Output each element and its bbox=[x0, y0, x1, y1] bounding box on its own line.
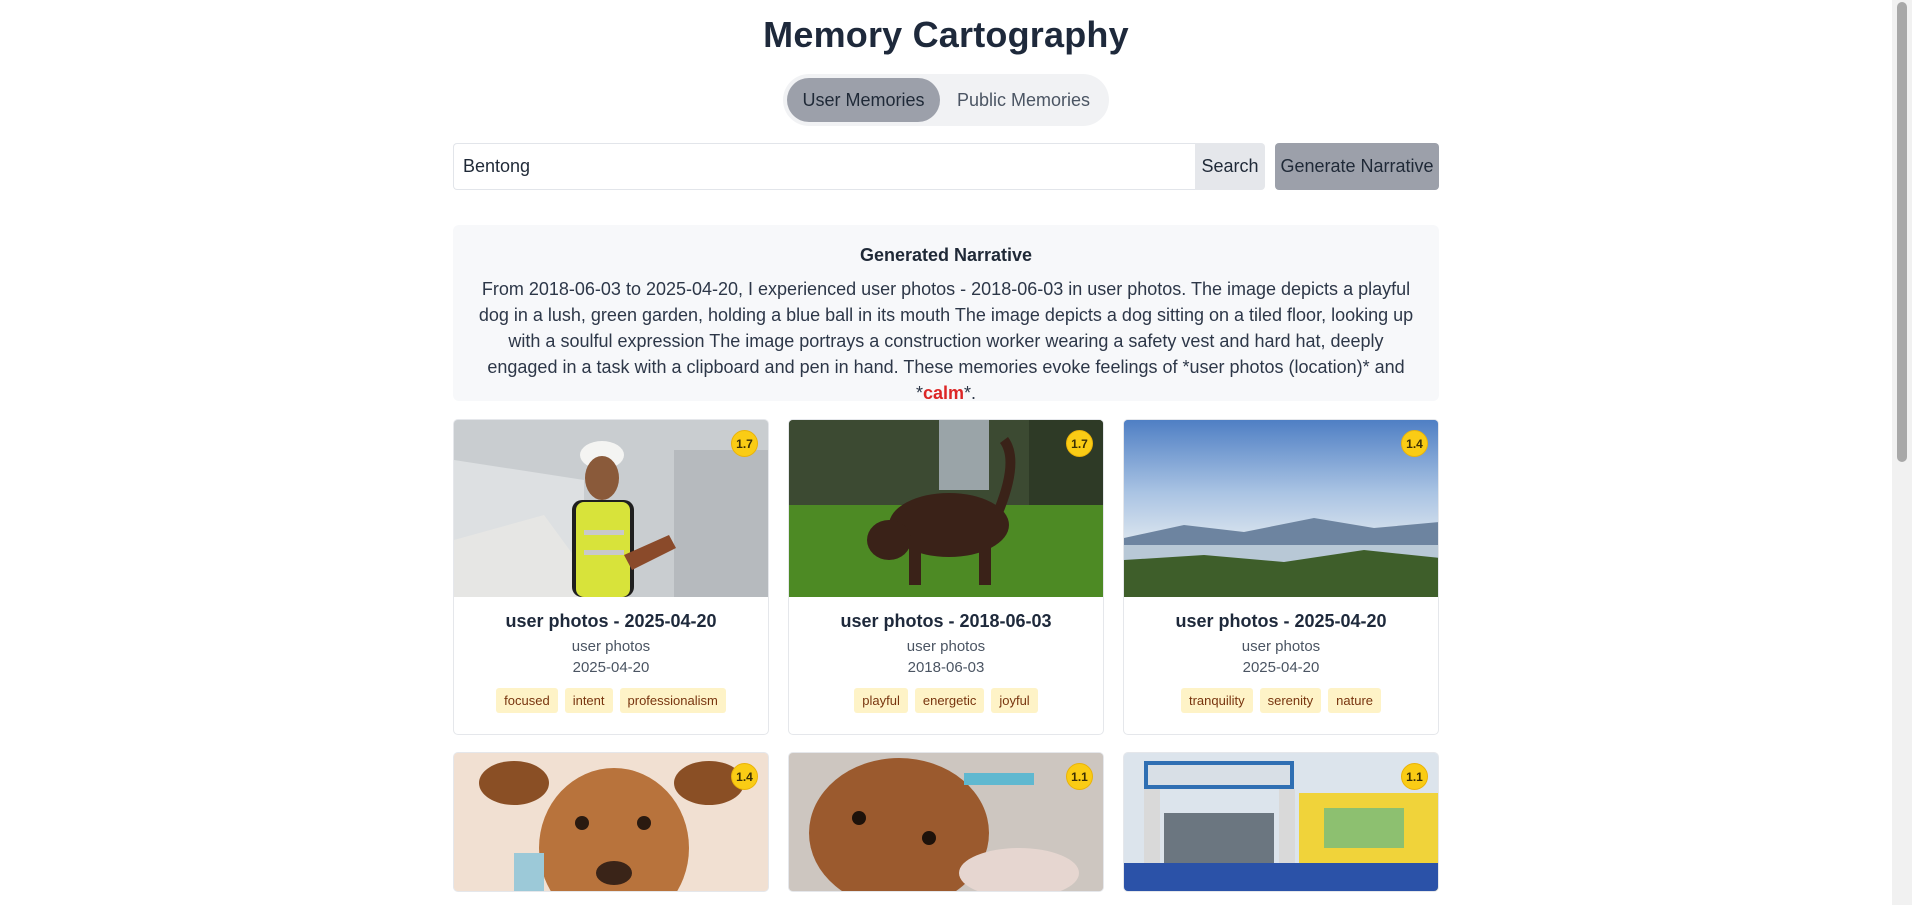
search-bar: Search Generate Narrative bbox=[453, 143, 1439, 190]
memory-card[interactable]: 1.7 user photos - 2025-04-20 user photos… bbox=[453, 419, 769, 735]
card-body: user photos - 2025-04-20 user photos 202… bbox=[454, 597, 768, 713]
score-badge: 1.7 bbox=[731, 430, 758, 457]
memory-type-toggle: User Memories Public Memories bbox=[783, 74, 1109, 126]
narrative-panel: Generated Narrative From 2018-06-03 to 2… bbox=[453, 225, 1439, 403]
page: Memory Cartography User Memories Public … bbox=[0, 0, 1892, 905]
card-date: 2018-06-03 bbox=[907, 659, 985, 676]
tag-list: tranquility serenity nature bbox=[1134, 688, 1428, 713]
emotion-tag: intent bbox=[564, 688, 613, 713]
memory-photo-worker: 1.7 bbox=[454, 420, 768, 597]
card-body: user photos - 2018-06-03 user photos 201… bbox=[789, 597, 1103, 713]
generate-narrative-button[interactable]: Generate Narrative bbox=[1275, 143, 1439, 190]
emotion-tag: nature bbox=[1328, 688, 1382, 713]
emotion-tag: professionalism bbox=[619, 688, 726, 713]
emotion-tag: playful bbox=[854, 688, 908, 713]
memory-photo-landscape: 1.4 bbox=[1124, 420, 1438, 597]
card-source: user photos bbox=[906, 638, 986, 655]
card-title: user photos - 2025-04-20 bbox=[505, 611, 717, 631]
memory-card[interactable]: 1.7 user photos - 2018-06-03 user photos… bbox=[788, 419, 1104, 735]
emotion-tag: energetic bbox=[914, 688, 985, 713]
app-title: Memory Cartography bbox=[763, 14, 1129, 55]
emotion-tag: focused bbox=[496, 688, 558, 713]
memory-card[interactable]: 1.4 bbox=[453, 752, 769, 892]
emotion-tag: joyful bbox=[991, 688, 1038, 713]
scrollbar-thumb[interactable] bbox=[1897, 2, 1907, 462]
memory-card[interactable]: 1.4 user photos - 2025-04-20 user photos… bbox=[1123, 419, 1439, 735]
card-title: user photos - 2025-04-20 bbox=[1175, 611, 1387, 631]
score-badge: 1.1 bbox=[1401, 763, 1428, 790]
card-date: 2025-04-20 bbox=[572, 659, 650, 676]
tag-list: playful energetic joyful bbox=[799, 688, 1093, 713]
narrative-end: *. bbox=[964, 383, 977, 403]
memory-photo-dog-floor: 1.1 bbox=[789, 753, 1103, 891]
card-body: user photos - 2025-04-20 user photos 202… bbox=[1124, 597, 1438, 713]
score-badge: 1.4 bbox=[1401, 430, 1428, 457]
public-memories-tab[interactable]: Public Memories bbox=[942, 78, 1105, 122]
card-date: 2025-04-20 bbox=[1242, 659, 1320, 676]
tag-list: focused intent professionalism bbox=[464, 688, 758, 713]
emotion-tag: tranquility bbox=[1180, 688, 1253, 713]
user-memories-tab[interactable]: User Memories bbox=[787, 78, 941, 122]
score-badge: 1.7 bbox=[1066, 430, 1093, 457]
narrative-text: From 2018-06-03 to 2025-04-20, I experie… bbox=[473, 276, 1419, 406]
search-button[interactable]: Search bbox=[1195, 143, 1265, 190]
narrative-mood-word: calm bbox=[922, 383, 965, 403]
narrative-title: Generated Narrative bbox=[859, 245, 1033, 265]
memory-photo-dog-closeup: 1.4 bbox=[454, 753, 768, 891]
score-badge: 1.4 bbox=[731, 763, 758, 790]
emotion-tag: serenity bbox=[1259, 688, 1322, 713]
card-title: user photos - 2018-06-03 bbox=[840, 611, 1052, 631]
memory-photo-dog-garden: 1.7 bbox=[789, 420, 1103, 597]
memory-photo-school-gate: 1.1 bbox=[1124, 753, 1438, 891]
memory-card[interactable]: 1.1 bbox=[1123, 752, 1439, 892]
card-source: user photos bbox=[571, 638, 651, 655]
memory-card[interactable]: 1.1 bbox=[788, 752, 1104, 892]
card-source: user photos bbox=[1241, 638, 1321, 655]
search-input[interactable] bbox=[453, 143, 1195, 190]
score-badge: 1.1 bbox=[1066, 763, 1093, 790]
page-scrollbar[interactable] bbox=[1892, 0, 1912, 905]
